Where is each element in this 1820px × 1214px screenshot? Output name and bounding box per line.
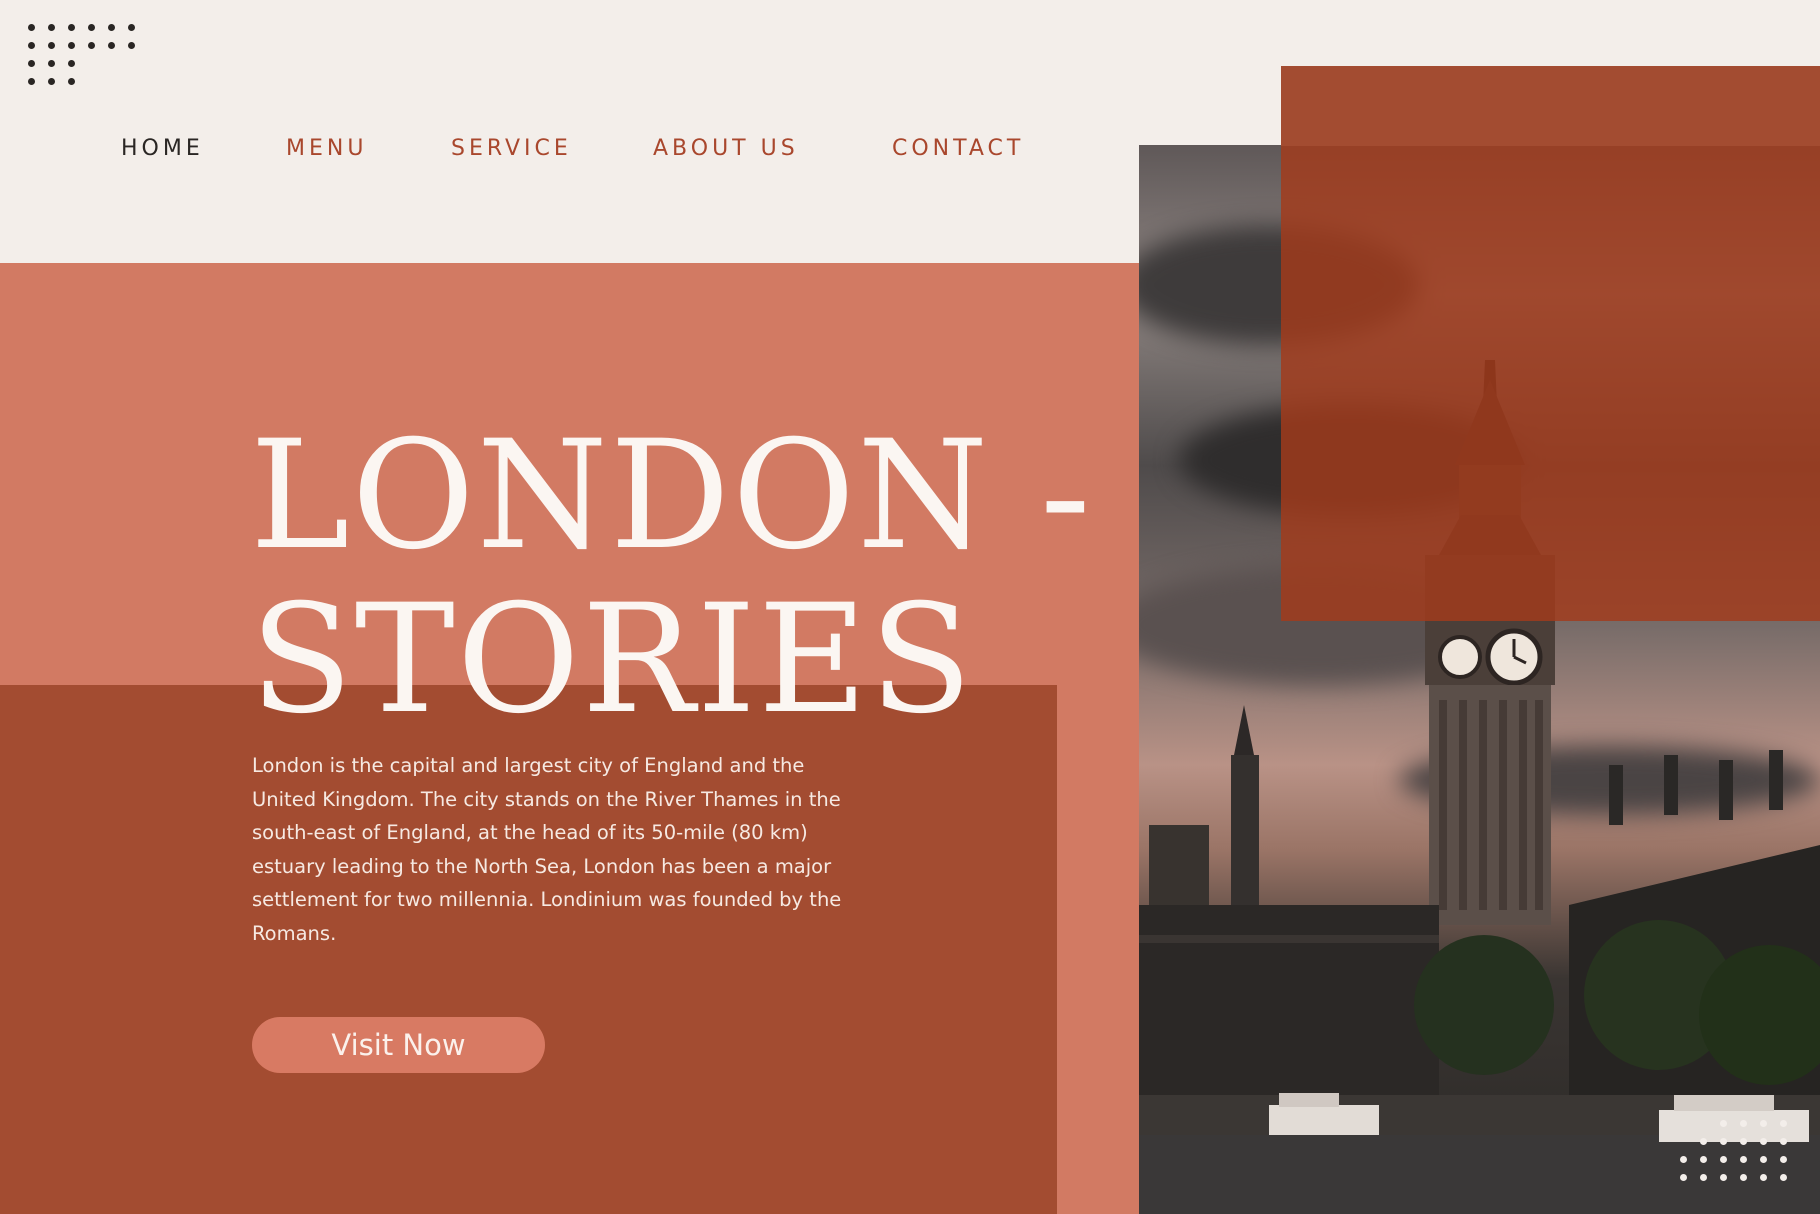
dot (28, 24, 35, 31)
dot (128, 24, 135, 31)
dot (1720, 1174, 1727, 1181)
dot (1720, 1138, 1727, 1145)
visit-now-button[interactable]: Visit Now (252, 1017, 545, 1073)
dot (1780, 1156, 1787, 1163)
dot (48, 24, 55, 31)
nav-about-link[interactable]: ABOUT US (653, 136, 799, 161)
dot (1760, 1138, 1767, 1145)
dot (1740, 1120, 1747, 1127)
dot (1780, 1174, 1787, 1181)
dot (68, 24, 75, 31)
dot (1680, 1174, 1687, 1181)
dot (48, 42, 55, 49)
dot (1780, 1138, 1787, 1145)
hero-description: London is the capital and largest city o… (252, 754, 842, 945)
dot (1760, 1174, 1767, 1181)
nav-contact-link[interactable]: CONTACT (892, 136, 1024, 161)
dot (1700, 1156, 1707, 1163)
nav-menu-link[interactable]: MENU (286, 136, 367, 161)
nav-service-link[interactable]: SERVICE (451, 136, 572, 161)
overlay-top-band (1281, 66, 1820, 146)
dot (1780, 1120, 1787, 1127)
dot (1740, 1156, 1747, 1163)
dot (1740, 1174, 1747, 1181)
dot (1720, 1120, 1727, 1127)
hero-title-line-2: STORIES (250, 572, 975, 747)
dot-grid-icon (1680, 1120, 1800, 1190)
dot (1760, 1156, 1767, 1163)
dot (1700, 1174, 1707, 1181)
dot (48, 60, 55, 67)
dot (108, 42, 115, 49)
hero-title-line-1: LONDON - (250, 408, 1093, 583)
dot (28, 42, 35, 49)
dot (108, 24, 115, 31)
dot (1720, 1156, 1727, 1163)
dot (48, 78, 55, 85)
dot (68, 42, 75, 49)
dot (28, 60, 35, 67)
dot (68, 60, 75, 67)
dot (1740, 1138, 1747, 1145)
dot-grid-icon (28, 24, 138, 94)
dot (68, 78, 75, 85)
photo-color-overlay (1281, 66, 1820, 621)
dot (88, 24, 95, 31)
dot (28, 78, 35, 85)
dot (1680, 1156, 1687, 1163)
nav-home-link[interactable]: HOME (121, 136, 204, 161)
dot (128, 42, 135, 49)
dot (1760, 1120, 1767, 1127)
dot (1700, 1138, 1707, 1145)
dot (88, 42, 95, 49)
